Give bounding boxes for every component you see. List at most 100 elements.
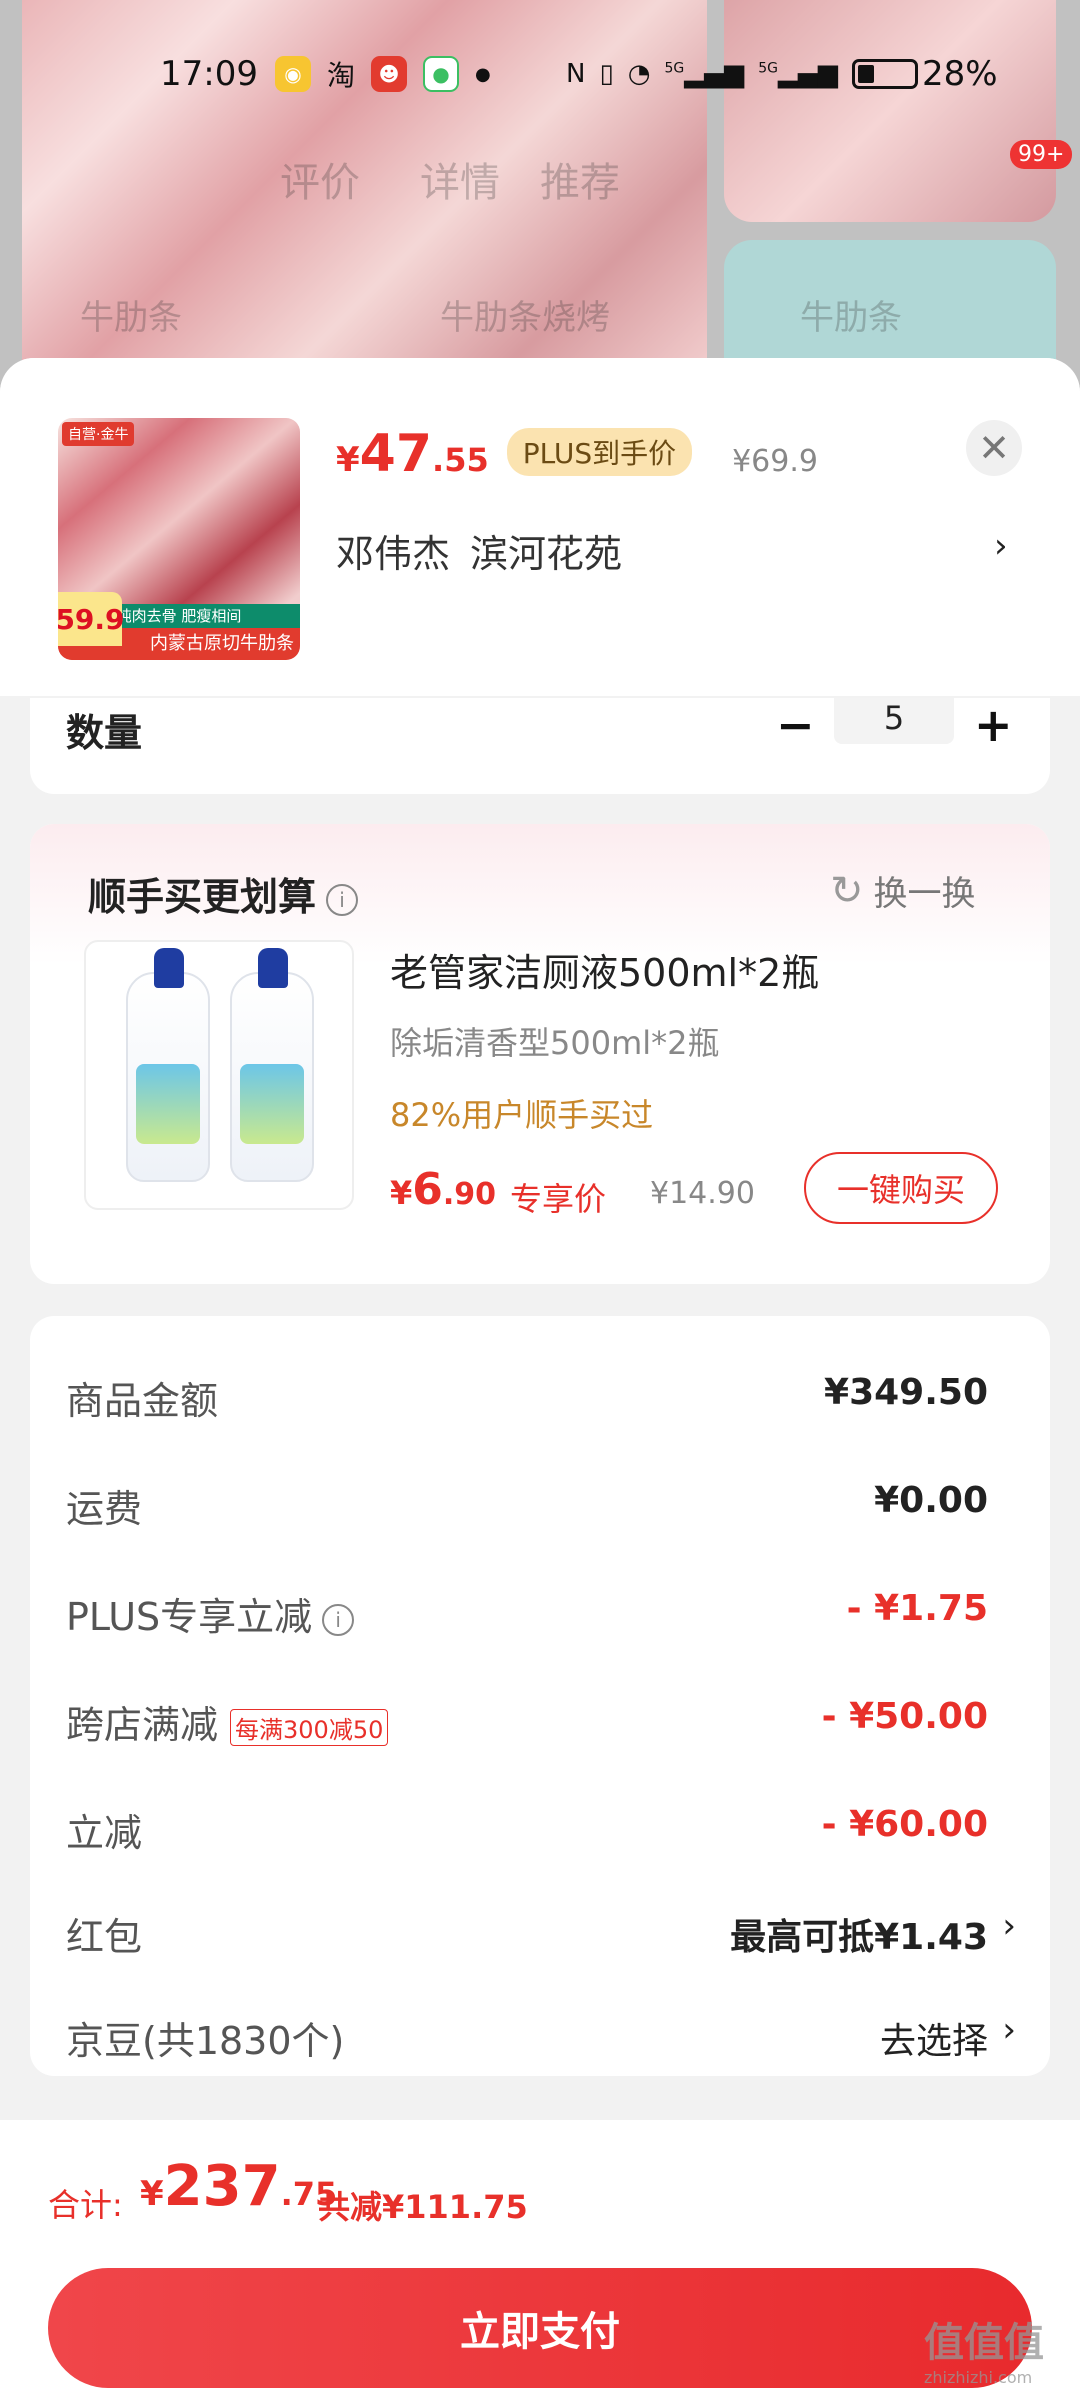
summary-row-subtotal: 商品金额 ¥349.50 [66, 1362, 1016, 1423]
address-name: 邓伟杰 [336, 532, 451, 576]
sheet-header: 自营·金牛 纯肉去骨 肥瘦相间 内蒙古原切牛肋条 59.9 ¥47.55 PLU… [0, 358, 1080, 696]
summary-value: 最高可抵¥1.43 [730, 1917, 988, 1958]
summary-label: PLUS专享立减 i [66, 1586, 355, 1641]
summary-value: 去选择 [879, 2021, 988, 2062]
watermark-subtext: zhizhizhi.com [924, 2368, 1033, 2387]
bottle-image [230, 948, 314, 1182]
summary-value: - ¥50.00 [821, 1696, 988, 1737]
bundle-title-text: 顺手买更划算 [88, 875, 317, 919]
total-saved: 共减¥111.75 [318, 2188, 528, 2226]
price-integer: 47 [359, 424, 433, 484]
chat-icon: ● [423, 56, 460, 92]
ghost-tab-review: 评价 [280, 160, 360, 206]
bundle-price-integer: 6 [412, 1164, 443, 1215]
status-system-icons: N ▯ ◔ 5G▂▄▆ 5G▂▄▆ [566, 59, 918, 89]
bundle-price-currency: ¥ [390, 1174, 413, 1212]
info-icon[interactable]: i [326, 883, 359, 916]
bundle-purchase-rate: 82%用户顺手买过 [390, 1096, 654, 1134]
total-currency: ¥ [140, 2174, 164, 2214]
summary-row-jingdou[interactable]: 京豆(共1830个) 去选择 › [66, 2002, 1016, 2063]
watermark-text: 值值值 [924, 2320, 1044, 2366]
summary-row-cross-store: 跨店满减 每满300减50 - ¥50.00 [66, 1686, 1016, 1749]
dot-icon: ● [475, 63, 491, 85]
bundle-price-decimal: .90 [442, 1177, 497, 1212]
pay-area: 立即支付 [0, 2254, 1080, 2400]
vibrate-icon: ▯ [599, 59, 614, 89]
summary-label: 京豆(共1830个) [66, 2019, 345, 2063]
summary-value: ¥0.00 [874, 1480, 988, 1521]
one-click-buy-button[interactable]: 一键购买 [804, 1152, 998, 1224]
taobao-icon: 淘 [327, 59, 356, 92]
price-summary: 商品金额 ¥349.50 运费 ¥0.00 PLUS专享立减 i - ¥1.75 … [30, 1316, 1050, 2076]
weibo-icon: ◉ [275, 56, 311, 92]
chevron-right-icon: › [1002, 1906, 1016, 1946]
total-integer: 237 [163, 2154, 281, 2219]
product-image-badge: 自营·金牛 [62, 422, 135, 446]
quantity-label: 数量 [66, 711, 143, 755]
ghost-label-1: 牛肋条 [80, 298, 182, 338]
jd-icon: ☻ [371, 56, 408, 92]
status-time: 17:09 [160, 54, 258, 94]
bundle-title: 顺手买更划算 i [88, 866, 359, 921]
status-app-icons: ◉ 淘 ☻ ● ● [275, 54, 491, 94]
total-amount: ¥237.75 [140, 2154, 337, 2219]
delivery-address[interactable]: 邓伟杰 滨河花苑 [336, 523, 622, 578]
quantity-card: 数量 − 5 + [30, 698, 1050, 794]
bundle-original-price: ¥14.90 [650, 1176, 755, 1211]
ghost-tab-detail: 详情 [420, 160, 500, 206]
bundle-card: 顺手买更划算 i ↻ 换一换 老管家洁厕液500ml*2瓶 除垢清香型500ml*2… [30, 824, 1050, 1284]
summary-label-text: 跨店满减 [66, 1703, 219, 1747]
summary-label: 立减 [66, 1811, 143, 1855]
nfc-icon: N [566, 59, 586, 89]
bottle-image [126, 948, 210, 1182]
bundle-product-image[interactable] [84, 940, 354, 1210]
total-label: 合计: [48, 2186, 123, 2224]
summary-label: 运费 [66, 1487, 143, 1531]
product-image[interactable]: 自营·金牛 纯肉去骨 肥瘦相间 内蒙古原切牛肋条 59.9 [58, 418, 300, 660]
quantity-input[interactable]: 5 [834, 698, 954, 744]
summary-value: ¥349.50 [824, 1372, 988, 1413]
product-price-row: ¥47.55 PLUS到手价 ¥69.9 [336, 424, 818, 484]
chevron-right-icon[interactable]: › [994, 526, 1008, 566]
battery-percent: 28% [922, 54, 998, 94]
network-type-2: 5G [758, 60, 778, 77]
plus-icon[interactable]: + [974, 698, 1013, 752]
price-decimal: .55 [432, 441, 489, 479]
info-icon[interactable]: i [322, 1603, 355, 1636]
chevron-right-icon: › [1002, 2010, 1016, 2050]
pay-now-button[interactable]: 立即支付 [48, 2268, 1032, 2388]
plus-price-badge: PLUS到手价 [506, 428, 693, 476]
summary-label: 红包 [66, 1915, 143, 1959]
ghost-label-3: 牛肋条 [800, 298, 902, 338]
exclusive-price-label: 专享价 [510, 1180, 607, 1218]
background-badge: 99+ [1010, 140, 1073, 169]
summary-label-text: PLUS专享立减 [66, 1595, 313, 1639]
price-currency: ¥ [336, 440, 360, 480]
status-bar: 17:09 ◉ 淘 ☻ ● ● N ▯ ◔ 5G▂▄▆ 5G▂▄▆ 28% [0, 50, 1080, 98]
signal-2-icon: 5G▂▄▆ [758, 59, 838, 89]
battery-icon [851, 59, 918, 89]
summary-row-shipping: 运费 ¥0.00 [66, 1470, 1016, 1531]
swap-label: 换一换 [873, 874, 976, 914]
original-price: ¥69.9 [732, 444, 818, 479]
bundle-product-name[interactable]: 老管家洁厕液500ml*2瓶 [390, 942, 819, 997]
swap-button[interactable]: ↻ 换一换 [830, 866, 976, 915]
minus-icon[interactable]: − [776, 698, 815, 752]
network-type-1: 5G [664, 60, 685, 77]
product-image-price: 59.9 [58, 592, 125, 646]
summary-label: 跨店满减 每满300减50 [66, 1694, 389, 1749]
total-bar: 合计: ¥237.75 共减¥111.75 [0, 2120, 1080, 2254]
summary-label: 商品金额 [66, 1379, 219, 1423]
wifi-icon: ◔ [627, 59, 651, 89]
refresh-icon: ↻ [830, 867, 864, 914]
product-price: ¥47.55 [336, 424, 489, 484]
summary-row-instant-discount: 立减 - ¥60.00 [66, 1794, 1016, 1855]
promo-tag: 每满300减50 [230, 1709, 389, 1746]
bundle-product-spec: 除垢清香型500ml*2瓶 [390, 1024, 720, 1062]
watermark-logo: 值值值 zhizhizhi.com [924, 2310, 1044, 2387]
close-icon[interactable]: ✕ [966, 420, 1022, 476]
summary-row-red-packet[interactable]: 红包 最高可抵¥1.43 › [66, 1898, 1016, 1959]
ghost-tab-recommend: 推荐 [540, 160, 620, 206]
checkout-sheet: 自营·金牛 纯肉去骨 肥瘦相间 内蒙古原切牛肋条 59.9 ¥47.55 PLU… [0, 358, 1080, 2400]
address-place: 滨河花苑 [470, 532, 623, 576]
